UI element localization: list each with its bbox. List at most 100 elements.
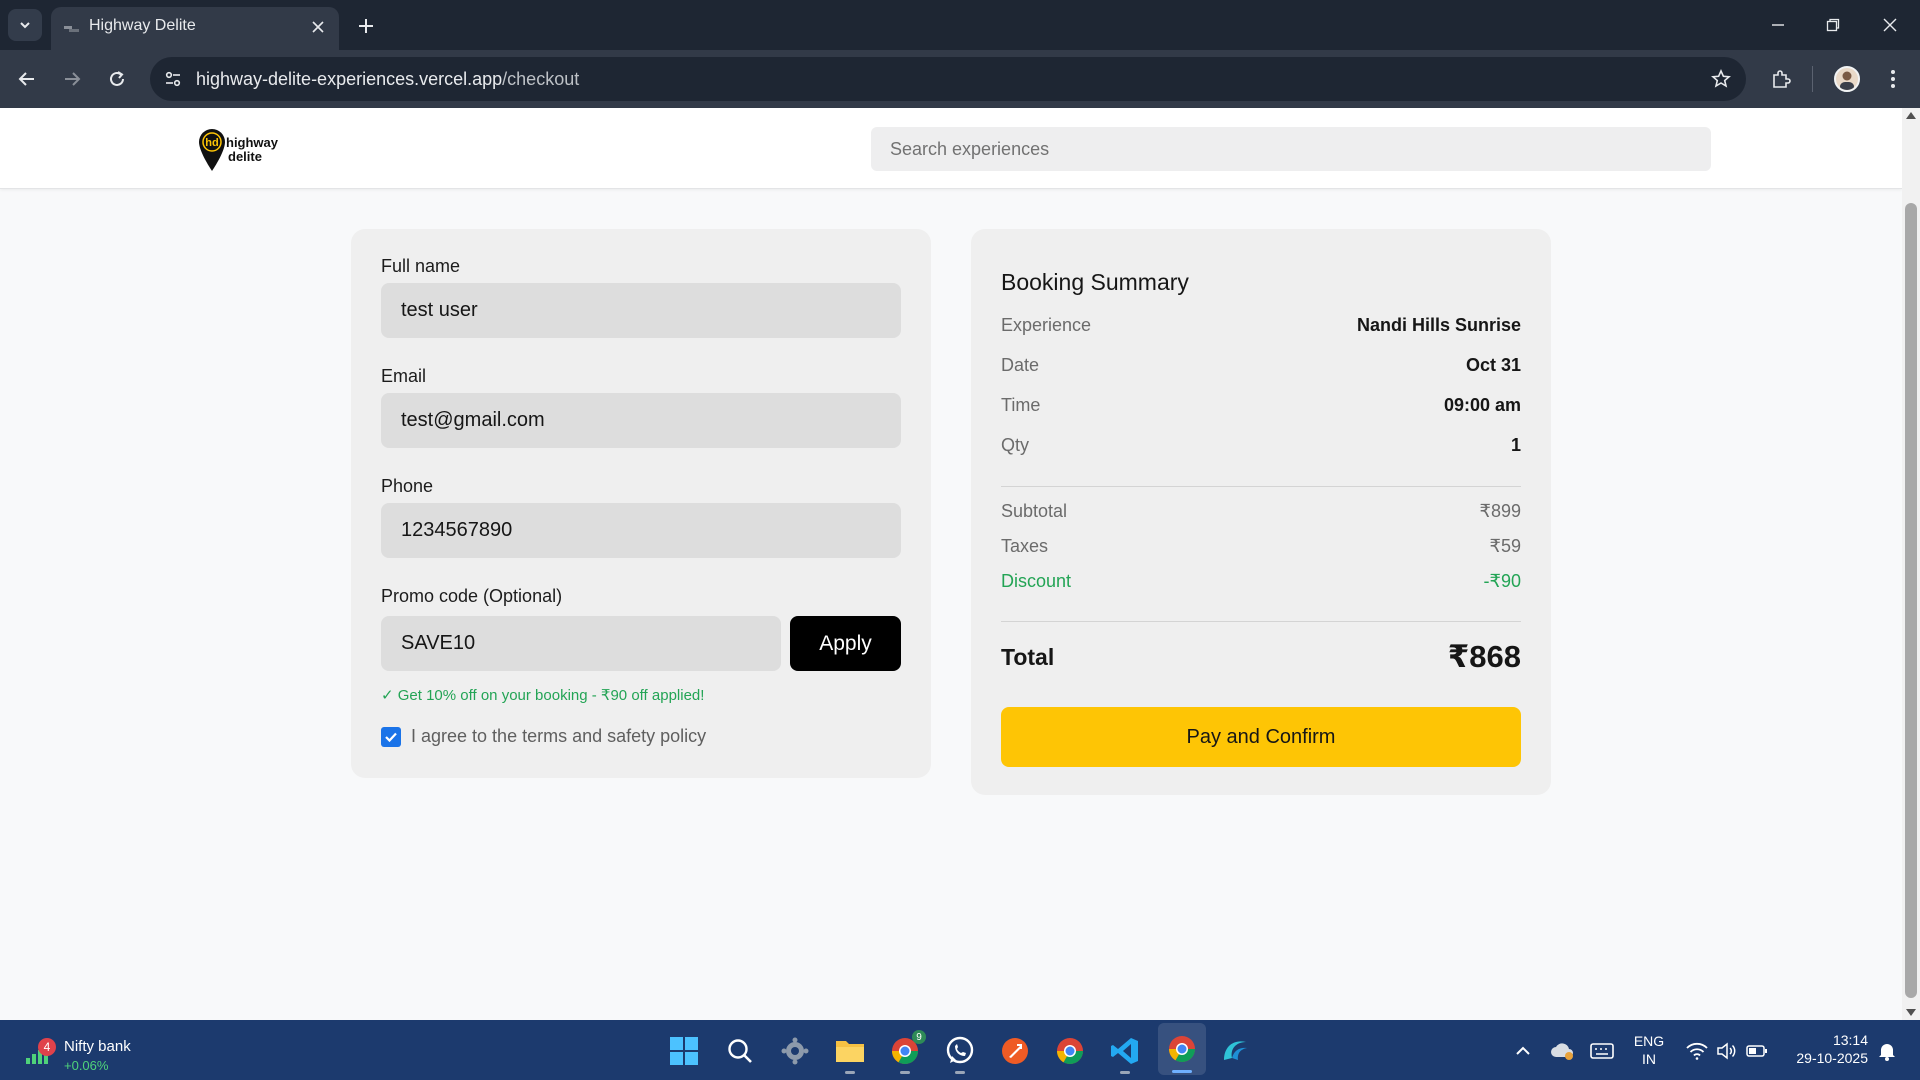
summary-discount-row: Discount -₹90 bbox=[1001, 569, 1521, 593]
keyboard-tray-icon[interactable] bbox=[1585, 1034, 1619, 1068]
bookmark-button[interactable] bbox=[1708, 66, 1734, 92]
tab-search-button[interactable] bbox=[8, 9, 42, 41]
battery-icon bbox=[1746, 1045, 1767, 1057]
browser-toolbar: highway-delite-experiences.vercel.app/ch… bbox=[0, 50, 1920, 108]
stock-widget[interactable]: 4 Nifty bank +0.06% bbox=[24, 1030, 154, 1073]
bell-icon bbox=[1879, 1042, 1896, 1061]
vscode-app[interactable] bbox=[1108, 1034, 1142, 1074]
reload-icon bbox=[110, 71, 124, 86]
speaker-icon bbox=[1717, 1042, 1736, 1060]
language-indicator[interactable]: ENG IN bbox=[1628, 1032, 1670, 1068]
summary-date-row: Date Oct 31 bbox=[1001, 353, 1521, 377]
plus-icon bbox=[359, 19, 373, 33]
running-indicator bbox=[1120, 1071, 1130, 1074]
terms-agree-row[interactable]: I agree to the terms and safety policy bbox=[381, 726, 706, 747]
wave-app-icon bbox=[1224, 1041, 1247, 1060]
onedrive-tray-icon[interactable] bbox=[1545, 1034, 1579, 1068]
chrome-profile-app[interactable]: 9 bbox=[888, 1030, 926, 1074]
tab-title: Highway Delite bbox=[89, 17, 196, 34]
wifi-tray-icon[interactable] bbox=[1680, 1034, 1714, 1068]
phone-input[interactable] bbox=[381, 503, 901, 558]
arrow-right-icon bbox=[65, 72, 81, 86]
wifi-icon bbox=[1686, 1042, 1708, 1060]
profile-button[interactable] bbox=[1832, 64, 1862, 94]
booking-summary-card: Booking Summary Experience Nandi Hills S… bbox=[971, 229, 1551, 795]
booking-summary-title: Booking Summary bbox=[1001, 269, 1189, 295]
map-pin-logo-icon: hd bbox=[199, 129, 225, 171]
toolbar-divider bbox=[1812, 66, 1813, 92]
url-host: highway-delite-experiences.vercel.app bbox=[196, 69, 503, 89]
chrome-app[interactable] bbox=[1053, 1034, 1087, 1068]
page-scrollbar[interactable] bbox=[1902, 108, 1920, 1020]
checkmark-icon bbox=[385, 732, 397, 742]
volume-tray-icon[interactable] bbox=[1710, 1034, 1744, 1068]
clock-date: 29-10-2025 bbox=[1796, 1050, 1868, 1066]
chrome-icon bbox=[1168, 1036, 1196, 1063]
edge-app[interactable] bbox=[1218, 1034, 1252, 1068]
clock-time: 13:14 bbox=[1832, 1032, 1868, 1048]
terms-checkbox[interactable] bbox=[381, 726, 401, 747]
forward-button[interactable] bbox=[57, 64, 87, 94]
apply-promo-button[interactable]: Apply bbox=[790, 616, 901, 671]
pay-and-confirm-button[interactable]: Pay and Confirm bbox=[1001, 707, 1521, 767]
minimize-button[interactable] bbox=[1760, 10, 1796, 40]
qty-value: 1 bbox=[1510, 434, 1521, 455]
start-button[interactable] bbox=[667, 1034, 701, 1068]
folder-icon bbox=[836, 1041, 864, 1062]
extensions-button[interactable] bbox=[1766, 64, 1796, 94]
battery-tray-icon[interactable] bbox=[1740, 1034, 1774, 1068]
email-input[interactable] bbox=[381, 393, 901, 448]
browser-tab-bar: Highway Delite bbox=[0, 0, 1920, 50]
running-indicator bbox=[955, 1071, 965, 1074]
checkout-page: hd highway delite Full name Email Phone … bbox=[0, 108, 1902, 1020]
restore-icon bbox=[1826, 18, 1840, 32]
clock[interactable]: 13:14 29-10-2025 bbox=[1778, 1031, 1868, 1067]
time-label: Time bbox=[1001, 394, 1041, 415]
promo-code-input[interactable] bbox=[381, 616, 781, 671]
scroll-down-icon[interactable] bbox=[1906, 1009, 1916, 1016]
discount-label: Discount bbox=[1001, 570, 1072, 591]
new-tab-button[interactable] bbox=[353, 13, 379, 39]
subtotal-value: ₹899 bbox=[1479, 500, 1521, 521]
avatar bbox=[1834, 66, 1860, 92]
full-name-label: Full name bbox=[381, 256, 461, 276]
language-line1: ENG bbox=[1633, 1033, 1665, 1049]
restore-button[interactable] bbox=[1815, 10, 1851, 40]
show-hidden-icons-button[interactable] bbox=[1506, 1034, 1540, 1068]
vscode-icon bbox=[1111, 1038, 1138, 1064]
reload-button[interactable] bbox=[102, 64, 132, 94]
search-icon bbox=[728, 1039, 752, 1063]
summary-total-row: Total ₹868 bbox=[1001, 639, 1521, 675]
address-bar[interactable]: highway-delite-experiences.vercel.app/ch… bbox=[150, 57, 1746, 101]
postman-app[interactable] bbox=[998, 1034, 1032, 1068]
scroll-up-icon[interactable] bbox=[1906, 112, 1916, 119]
svg-text:hd: hd bbox=[205, 137, 218, 149]
taskbar-search-button[interactable] bbox=[723, 1034, 757, 1068]
browser-tab[interactable]: Highway Delite bbox=[51, 7, 339, 50]
settings-app[interactable] bbox=[778, 1034, 812, 1068]
windows-taskbar: 4 Nifty bank +0.06% 9 ENG IN 13:14 29-10… bbox=[0, 1020, 1920, 1080]
close-window-button[interactable] bbox=[1872, 10, 1908, 40]
whatsapp-app[interactable] bbox=[943, 1034, 977, 1074]
keyboard-icon bbox=[1590, 1043, 1614, 1059]
terms-agree-text: I agree to the terms and safety policy bbox=[411, 726, 707, 746]
favicon-icon bbox=[64, 26, 79, 32]
notifications-button[interactable] bbox=[1870, 1034, 1904, 1068]
full-name-input[interactable] bbox=[381, 283, 901, 338]
site-header: hd highway delite bbox=[0, 108, 1902, 189]
taxes-label: Taxes bbox=[1001, 535, 1049, 556]
highway-delite-logo[interactable]: hd highway delite bbox=[198, 128, 288, 172]
active-chrome-app[interactable] bbox=[1158, 1023, 1206, 1075]
file-explorer-app[interactable] bbox=[833, 1034, 867, 1074]
scrollbar-thumb[interactable] bbox=[1905, 203, 1917, 998]
search-input[interactable] bbox=[871, 127, 1711, 171]
widget-badge: 4 bbox=[38, 1038, 56, 1056]
browser-menu-button[interactable] bbox=[1878, 64, 1908, 94]
site-info-button[interactable] bbox=[160, 66, 186, 92]
date-label: Date bbox=[1001, 354, 1040, 375]
tab-close-button[interactable] bbox=[307, 16, 329, 38]
summary-qty-row: Qty 1 bbox=[1001, 433, 1521, 457]
arrow-left-icon bbox=[18, 72, 34, 86]
postman-icon bbox=[1002, 1038, 1028, 1064]
back-button[interactable] bbox=[12, 64, 42, 94]
